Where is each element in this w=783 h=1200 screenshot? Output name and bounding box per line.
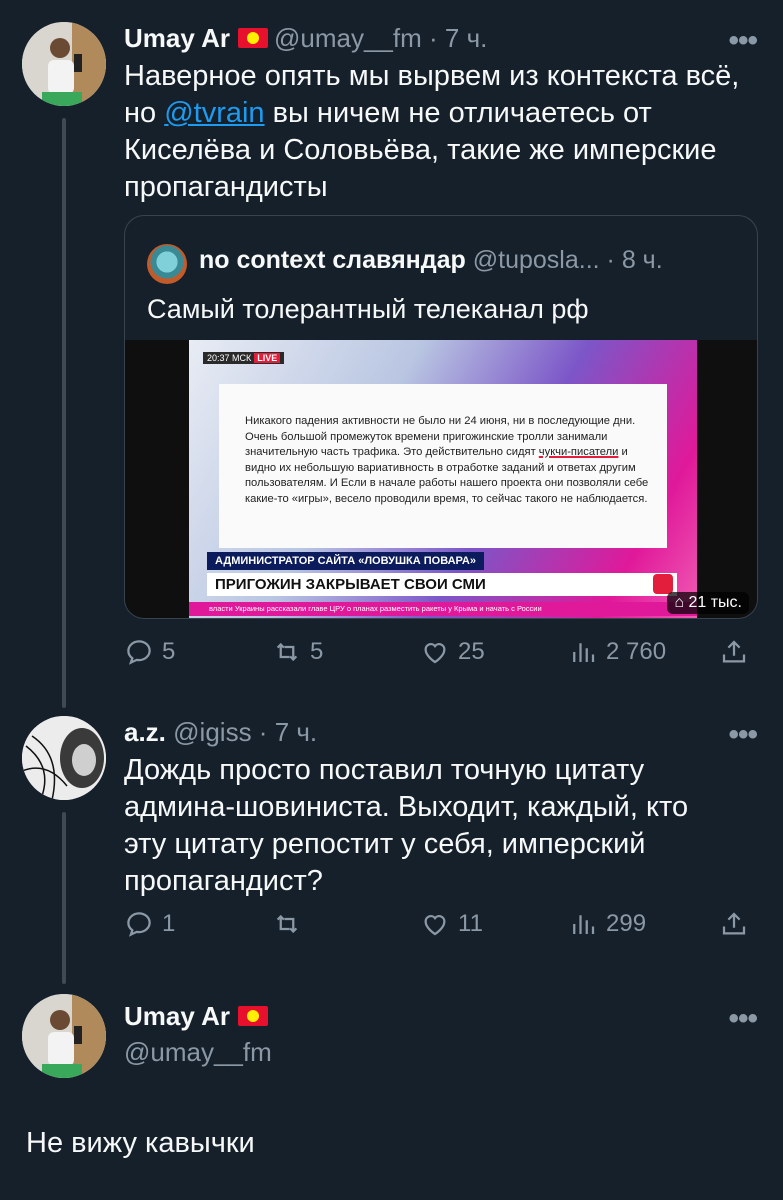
- author-handle[interactable]: @umay__fm: [124, 1037, 272, 1067]
- view-count: 2 760: [606, 638, 667, 665]
- heart-icon: [424, 915, 446, 936]
- reply-count: 1: [162, 910, 176, 937]
- video-frame: 20:37 МСК LIVE Никакого падения активност…: [189, 340, 697, 618]
- author-handle[interactable]: @umay__fm: [274, 23, 422, 53]
- quoted-timestamp[interactable]: 8 ч.: [622, 246, 663, 274]
- mention-link[interactable]: @tvrain: [164, 97, 264, 129]
- share-button[interactable]: [719, 632, 757, 672]
- avatar-umay[interactable]: [22, 22, 106, 106]
- quoted-author-handle[interactable]: @tuposla...: [473, 246, 600, 274]
- like-count: 11: [458, 910, 483, 937]
- avatar-image: [22, 994, 106, 1078]
- retweet-count: 5: [310, 638, 324, 665]
- tweet-header: Umay Ar @umay__fm · 7 ч.: [124, 22, 487, 54]
- views-button[interactable]: 299: [568, 904, 646, 944]
- retweet-button[interactable]: 5: [272, 632, 323, 672]
- timestamp[interactable]: 7 ч.: [445, 23, 487, 53]
- avatar-image: [22, 22, 106, 106]
- live-time: 20:37 МСК: [207, 353, 252, 363]
- quote-card: Никакого падения активности не было ни 2…: [219, 384, 667, 548]
- video-views: ⌂ 21 тыс.: [667, 592, 749, 614]
- view-count: 299: [606, 910, 647, 937]
- lower-third-top: АДМИНИСТРАТОР САЙТА «ЛОВУШКА ПОВАРА»: [207, 552, 484, 570]
- tweet-actions: 1 11 299: [124, 904, 757, 944]
- quoted-header: no context славяндар @tuposla... · 8 ч.: [199, 246, 663, 275]
- live-badge: LIVE: [254, 353, 281, 363]
- card-highlight: чукчи-писатели: [538, 446, 619, 458]
- more-options-icon[interactable]: •••: [728, 24, 757, 58]
- tweet-header: a.z. @igiss · 7 ч.: [124, 716, 317, 748]
- quoted-video[interactable]: 20:37 МСК LIVE Никакого падения активност…: [125, 340, 757, 618]
- quoted-tweet[interactable]: no context славяндар @tuposla... · 8 ч. …: [124, 215, 758, 619]
- like-button[interactable]: 11: [420, 904, 483, 944]
- kyrgyz-flag-icon: [237, 28, 268, 49]
- retweet-button[interactable]: [272, 904, 310, 944]
- retweet-icon: [276, 642, 298, 662]
- reply-count: 5: [162, 638, 176, 665]
- reply-icon: [127, 640, 151, 665]
- video-views-count: 21 тыс.: [688, 594, 742, 611]
- retweet-icon: [276, 914, 298, 934]
- share-icon: [722, 912, 746, 935]
- author-name[interactable]: a.z.: [124, 717, 166, 747]
- share-icon: [722, 640, 746, 663]
- heart-icon: [424, 643, 446, 664]
- views-button[interactable]: 2 760: [568, 632, 666, 672]
- tweet-actions: 5 5 25 2 760: [124, 632, 757, 672]
- reply-button[interactable]: 1: [124, 904, 175, 944]
- tweet-header: Umay Ar: [124, 1000, 274, 1032]
- author-handle-row: @umay__fm: [124, 1036, 272, 1068]
- avatar-image: [22, 716, 106, 800]
- analytics-icon: [573, 643, 595, 662]
- analytics-icon: [573, 915, 595, 934]
- reply-button[interactable]: 5: [124, 632, 175, 672]
- tweet-text: Дождь просто поставил точную цитату адми…: [124, 754, 689, 897]
- timestamp[interactable]: 7 ч.: [275, 717, 317, 747]
- channel-logo-icon: [653, 574, 673, 594]
- tweet-text: Наверное опять мы вырвем из контекста вс…: [124, 58, 764, 206]
- share-button[interactable]: [719, 904, 757, 944]
- avatar-umay[interactable]: [22, 994, 106, 1078]
- like-count: 25: [458, 638, 485, 665]
- author-name[interactable]: Umay Ar: [124, 23, 230, 53]
- live-indicator: 20:37 МСК LIVE: [203, 352, 285, 364]
- separator-dot: ·: [258, 717, 268, 747]
- news-ticker: власти Украины рассказали главе ЦРУ о пл…: [189, 602, 697, 616]
- more-options-icon[interactable]: •••: [728, 1002, 757, 1036]
- lower-third-main: ПРИГОЖИН ЗАКРЫВАЕТ СВОИ СМИ: [207, 573, 677, 596]
- avatar-az[interactable]: [22, 716, 106, 800]
- like-button[interactable]: 25: [420, 632, 485, 672]
- author-name[interactable]: Umay Ar: [124, 1001, 230, 1031]
- thread-line: [62, 812, 66, 984]
- kyrgyz-flag-icon: [237, 1006, 268, 1027]
- reply-icon: [127, 912, 151, 937]
- thread-line: [62, 118, 66, 708]
- tweet-text: Не вижу кавычки: [26, 1127, 255, 1159]
- separator-dot: ·: [606, 246, 615, 274]
- separator-dot: ·: [428, 23, 438, 53]
- quoted-avatar[interactable]: [147, 244, 187, 284]
- quoted-author-name[interactable]: no context славяндар: [199, 246, 466, 274]
- more-options-icon[interactable]: •••: [728, 718, 757, 752]
- author-handle[interactable]: @igiss: [173, 717, 251, 747]
- views-icon: ⌂: [674, 594, 689, 611]
- quoted-text: Самый толерантный телеканал рф: [147, 294, 589, 324]
